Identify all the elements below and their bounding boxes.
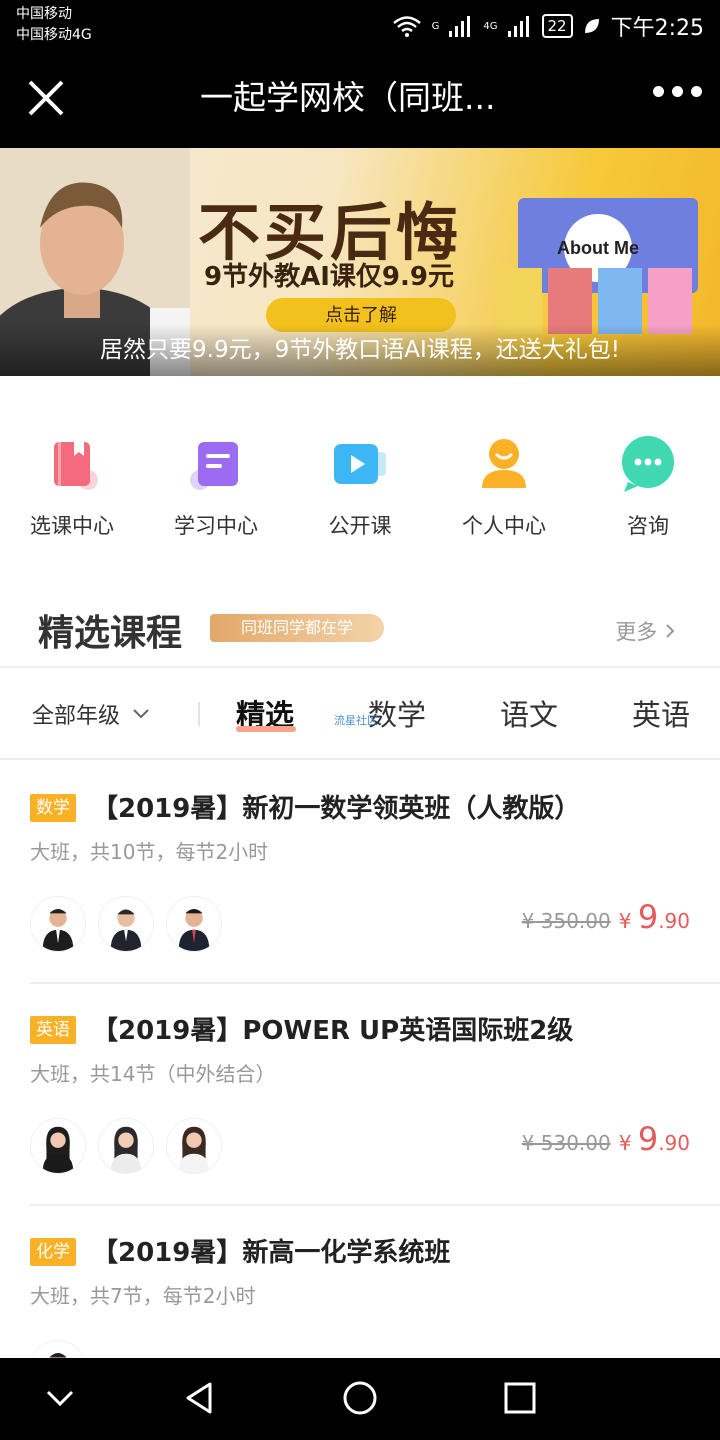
- more-dot: [691, 86, 702, 97]
- price-block: ¥ 350.00 ¥ 9.90: [522, 898, 690, 936]
- avatar: [98, 896, 154, 952]
- quick-link-study-center[interactable]: 学习中心: [144, 376, 288, 582]
- network-type-a: G: [431, 20, 440, 32]
- avatar: [166, 1118, 222, 1174]
- quick-link-personal-center[interactable]: 个人中心: [432, 376, 576, 582]
- quick-link-label: 选课中心: [30, 514, 114, 538]
- avatar: [166, 896, 222, 952]
- price-integer: 9: [637, 1120, 659, 1158]
- course-description: 大班，共7节，每节2小时: [30, 1284, 256, 1308]
- carrier-primary: 中国移动: [16, 6, 72, 22]
- quick-link-label: 学习中心: [174, 514, 258, 538]
- home-icon[interactable]: [340, 1378, 380, 1418]
- more-dot: [672, 86, 683, 97]
- course-description: 大班，共14节（中外结合）: [30, 1062, 276, 1086]
- chat-icon: [622, 436, 674, 492]
- quick-link-label: 公开课: [328, 514, 392, 538]
- filter-bar: 全部年级 精选 数学 流星社区 语文 英语: [0, 668, 720, 760]
- user-icon: [482, 439, 526, 488]
- current-price: ¥ 9.90: [619, 898, 690, 936]
- recents-icon[interactable]: [500, 1378, 540, 1418]
- clock: 下午2:25: [610, 16, 704, 41]
- teacher-avatars: [30, 1118, 222, 1174]
- quick-link-label: 咨询: [627, 514, 669, 538]
- more-dot: [653, 86, 664, 97]
- quick-link-consult[interactable]: 咨询: [576, 376, 720, 582]
- more-link-label: 更多: [615, 620, 658, 644]
- book-icon: [54, 442, 98, 490]
- system-navigation-bar: [0, 1358, 720, 1440]
- price-integer: 9: [637, 898, 659, 936]
- current-price: ¥ 9.90: [619, 1120, 690, 1158]
- price-symbol: ¥: [618, 909, 632, 933]
- price-block: ¥ 530.00 ¥ 9.90: [522, 1120, 690, 1158]
- course-title: 【2019暑】新初一数学领英班（人教版）: [92, 794, 581, 824]
- quick-link-open-class[interactable]: 公开课: [288, 376, 432, 582]
- tab-chinese[interactable]: 语文: [500, 692, 558, 734]
- back-icon[interactable]: [180, 1378, 220, 1418]
- battery-indicator: 22: [541, 14, 573, 38]
- status-bar: 中国移动 中国移动4G G 4G 22 下午2:25: [0, 0, 720, 52]
- more-link[interactable]: 更多: [615, 616, 676, 646]
- play-icon: [334, 444, 386, 484]
- book-set-illustration: About Me: [498, 198, 698, 334]
- teacher-avatars: [30, 896, 222, 952]
- nav-bar: 一起学网校（同班...: [0, 52, 720, 148]
- avatar: [30, 896, 86, 952]
- carrier-secondary: 中国移动4G: [16, 27, 92, 43]
- notes-icon: [190, 442, 238, 490]
- original-price: ¥ 530.00: [521, 1131, 611, 1155]
- price-decimal: .90: [658, 1131, 690, 1155]
- section-title: 精选课程: [38, 613, 183, 654]
- section-tag-badge: 同班同学都在学: [210, 614, 384, 642]
- status-icons: G 4G 22 下午2:25: [392, 10, 704, 42]
- subject-badge: 英语: [30, 1016, 76, 1044]
- network-type-b: 4G: [483, 20, 498, 32]
- quick-links: 选课中心 学习中心 公开课 个人中心 咨询: [0, 376, 720, 582]
- course-title: 【2019暑】POWER UP英语国际班2级: [92, 1016, 574, 1046]
- more-icon[interactable]: [653, 86, 702, 97]
- original-price: ¥ 350.00: [521, 909, 611, 933]
- avatar: [98, 1118, 154, 1174]
- signal-icon: [449, 16, 471, 37]
- carrier-info: 中国移动 中国移动4G: [16, 4, 92, 46]
- leaf-icon: [584, 19, 599, 33]
- grade-dropdown[interactable]: 全部年级: [32, 698, 150, 730]
- chevron-down-icon: [133, 709, 149, 719]
- course-card[interactable]: 数学 【2019暑】新初一数学领英班（人教版） 大班，共10节，每节2小时 ¥ …: [0, 762, 720, 984]
- chevron-down-icon[interactable]: [40, 1378, 80, 1418]
- subject-badge: 数学: [30, 794, 76, 822]
- book-label: About Me: [557, 238, 639, 258]
- avatar: [30, 1118, 86, 1174]
- tab-english[interactable]: 英语: [632, 692, 690, 734]
- price-decimal: .90: [658, 909, 690, 933]
- signal-icon-2: [507, 16, 529, 37]
- price-symbol: ¥: [618, 1131, 632, 1155]
- watermark-text: 流星社区: [334, 714, 378, 727]
- chevron-right-icon: [666, 624, 675, 638]
- divider: [198, 702, 200, 726]
- featured-courses-header: 精选课程 同班同学都在学 更多: [0, 596, 720, 668]
- course-card[interactable]: 英语 【2019暑】POWER UP英语国际班2级 大班，共14节（中外结合） …: [0, 984, 720, 1206]
- quick-link-course-center[interactable]: 选课中心: [0, 376, 144, 582]
- page-title: 一起学网校（同班...: [200, 78, 496, 117]
- course-title: 【2019暑】新高一化学系统班: [92, 1238, 451, 1268]
- close-icon[interactable]: [24, 76, 68, 120]
- active-tab-indicator: [236, 726, 296, 732]
- wifi-icon: [392, 16, 421, 37]
- course-description: 大班，共10节，每节2小时: [30, 840, 269, 864]
- banner-subline: 9节外教AI课仅9.9元: [204, 262, 454, 292]
- promo-banner[interactable]: 不买后悔 9节外教AI课仅9.9元 点击了解 About Me 居然只要9.9元…: [0, 148, 720, 376]
- banner-caption: 居然只要9.9元，9节外教口语AI课程，还送大礼包!: [0, 324, 720, 376]
- grade-dropdown-label: 全部年级: [32, 704, 121, 729]
- quick-link-label: 个人中心: [462, 514, 546, 538]
- subject-badge: 化学: [30, 1238, 76, 1266]
